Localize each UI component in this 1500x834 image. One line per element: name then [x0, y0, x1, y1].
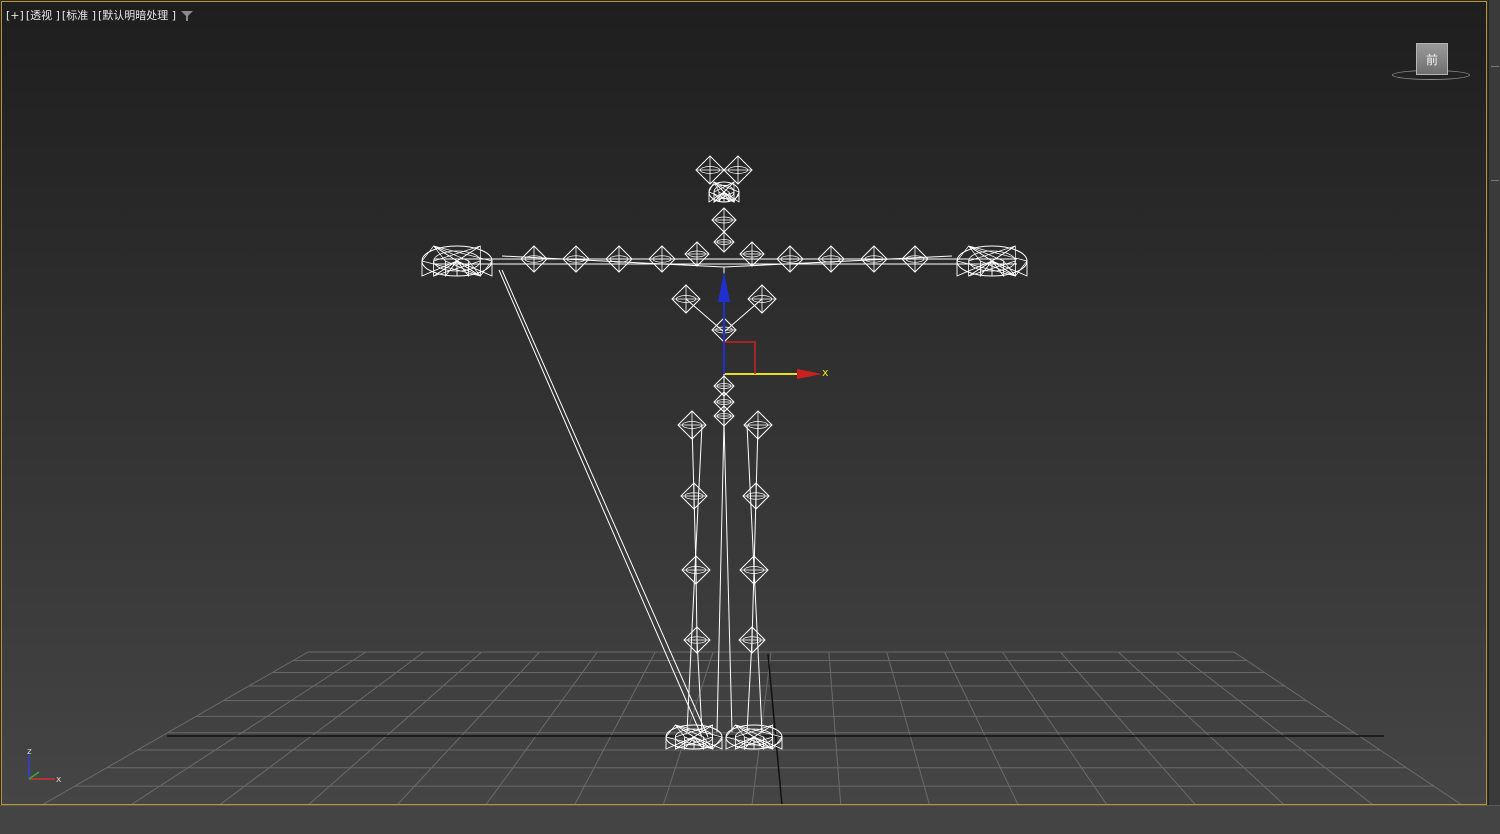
- leg-bone: [695, 569, 698, 641]
- grid-line: [220, 651, 425, 804]
- head-joint[interactable]: [723, 155, 753, 185]
- leg-bone: [751, 569, 755, 641]
- gizmo-plane-handle[interactable]: [724, 341, 756, 374]
- grid-line: [397, 651, 540, 804]
- gizmo-z-arrow[interactable]: [718, 272, 730, 302]
- right-foot-cluster[interactable]: [725, 724, 783, 751]
- ik-chain-line: [498, 269, 703, 738]
- tripod-x-label: x: [56, 775, 62, 785]
- right-arm-joint[interactable]: [817, 245, 845, 273]
- viewcube[interactable]: 前: [1390, 38, 1472, 84]
- left-arm-joint[interactable]: [648, 245, 676, 273]
- biped-skeleton[interactable]: [421, 155, 1028, 751]
- grid-line: [886, 651, 930, 804]
- grid-line: [131, 651, 367, 804]
- spine-bone: [723, 298, 763, 333]
- right-arm-joint[interactable]: [901, 245, 929, 273]
- perspective-viewport[interactable]: x z x [+] [透视 ] [标准 ] [默认明暗处理 ] 前: [1, 1, 1487, 805]
- grid-line: [485, 651, 598, 804]
- grid-line: [1175, 651, 1373, 804]
- right-clavicle-joint[interactable]: [739, 241, 765, 267]
- left-hand-cluster[interactable]: [421, 245, 493, 278]
- transform-gizmo[interactable]: x: [718, 272, 829, 379]
- gizmo-x-label: x: [822, 366, 829, 379]
- viewport-point-of-view-menu[interactable]: [透视 ]: [26, 9, 60, 23]
- neck-cluster[interactable]: [708, 181, 740, 203]
- grid-line: [308, 651, 482, 804]
- left-arm-joint[interactable]: [562, 245, 590, 273]
- right-hand-cluster[interactable]: [956, 245, 1028, 278]
- grid-line: [944, 651, 1019, 804]
- strip-divider: [1491, 180, 1499, 181]
- viewport-label-menu: [+] [透视 ] [标准 ] [默认明暗处理 ]: [6, 9, 194, 23]
- grid-line: [1002, 651, 1107, 804]
- grid-line: [1060, 651, 1196, 804]
- axis-tripod: z x: [27, 747, 62, 785]
- head-joint[interactable]: [695, 155, 725, 185]
- viewport-standard-menu[interactable]: [标准 ]: [62, 9, 96, 23]
- strip-divider: [1491, 66, 1499, 67]
- grid-line: [42, 651, 309, 804]
- left-arm-joint[interactable]: [520, 245, 548, 273]
- spine-upper-joint[interactable]: [713, 231, 735, 253]
- right-arm-joint[interactable]: [776, 245, 804, 273]
- app-window: x z x [+] [透视 ] [标准 ] [默认明暗处理 ] 前: [0, 0, 1500, 834]
- left-clavicle-joint[interactable]: [684, 241, 710, 267]
- viewcube-front-face[interactable]: 前: [1416, 43, 1448, 75]
- spine-bone: [685, 298, 725, 333]
- grid-line: [1233, 651, 1462, 804]
- left-arm-joint[interactable]: [605, 245, 633, 273]
- bottom-status-strip: [0, 805, 1500, 834]
- grid-line: [574, 651, 656, 804]
- viewport-scene[interactable]: x z x: [2, 2, 1486, 804]
- left-foot-cluster[interactable]: [665, 724, 723, 751]
- ground-grid: [42, 651, 1462, 804]
- filter-funnel-icon[interactable]: [181, 10, 194, 22]
- grid-line: [1117, 651, 1285, 804]
- right-arm-joint[interactable]: [860, 245, 888, 273]
- viewport-general-menu[interactable]: [+]: [6, 9, 24, 23]
- viewport-side-strip: [1488, 0, 1500, 805]
- ik-chain-line: [501, 269, 709, 738]
- viewport-shading-menu[interactable]: [默认明暗处理 ]: [98, 9, 176, 23]
- neck-joint[interactable]: [711, 207, 737, 233]
- tripod-z-label: z: [27, 747, 32, 757]
- grid-line: [828, 651, 842, 804]
- gizmo-x-arrow[interactable]: [797, 369, 822, 379]
